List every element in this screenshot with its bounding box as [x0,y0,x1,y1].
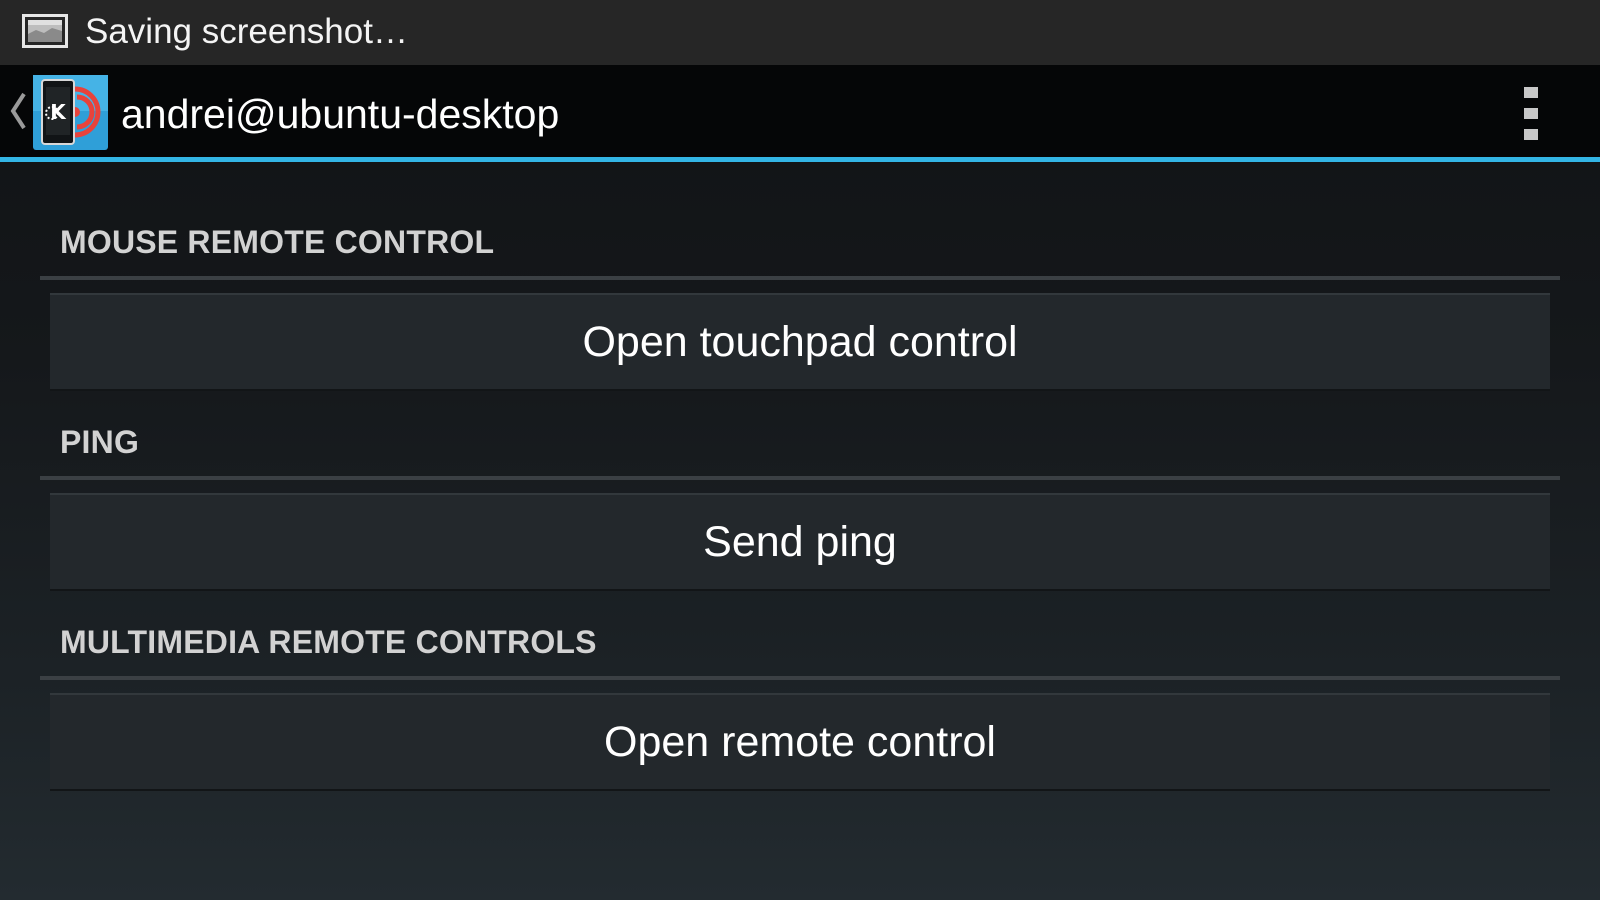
action-bar-accent-line [0,157,1600,162]
open-touchpad-control-button[interactable]: Open touchpad control [50,293,1550,391]
section-header-ping: PING [60,424,140,460]
send-ping-button[interactable]: Send ping [50,493,1550,591]
section-header-multimedia-remote-controls: MULTIMEDIA REMOTE CONTROLS [60,624,597,660]
overflow-menu-icon[interactable] [1510,85,1550,143]
svg-text:K: K [50,100,67,124]
open-remote-control-button[interactable]: Open remote control [50,693,1550,791]
screenshot-icon [22,14,68,48]
section-header-mouse-remote-control: MOUSE REMOTE CONTROL [60,224,495,260]
device-title: andrei@ubuntu-desktop [121,91,560,137]
button-label: Send ping [703,517,897,566]
kde-connect-icon[interactable]: K [33,75,108,150]
chevron-left-icon[interactable] [8,90,28,132]
notification-text: Saving screenshot… [85,12,408,51]
button-label: Open remote control [604,717,996,766]
button-label: Open touchpad control [582,317,1018,366]
section-divider [40,476,1560,480]
section-divider [40,676,1560,680]
status-bar: Saving screenshot… [0,0,1600,65]
section-divider [40,276,1560,280]
